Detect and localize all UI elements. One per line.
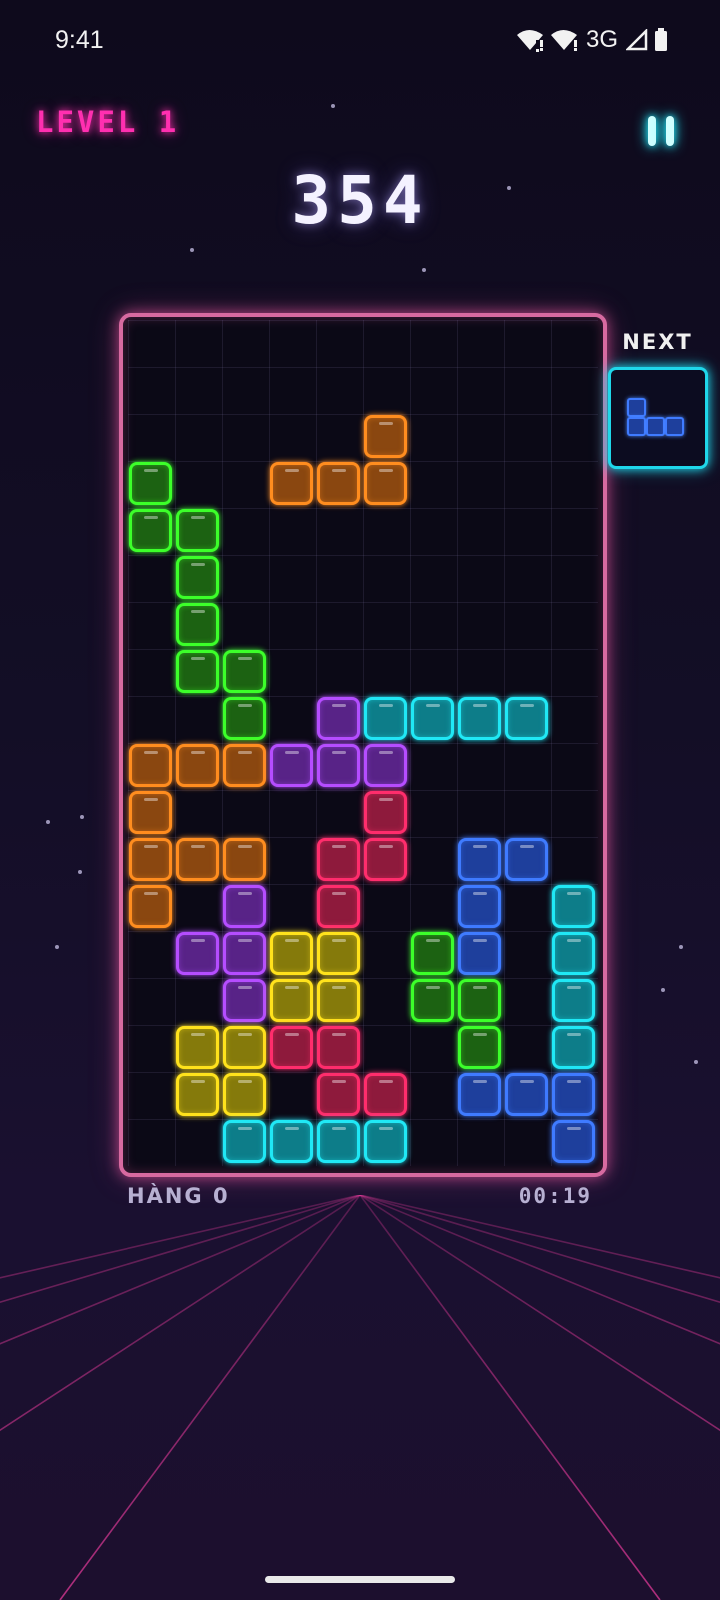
block-red (317, 885, 360, 928)
block-green (176, 650, 219, 693)
block-orange (129, 885, 172, 928)
block-purple (176, 932, 219, 975)
block-green (458, 1026, 501, 1069)
block-blue (552, 1120, 595, 1163)
wifi-alert-icon (550, 28, 578, 52)
block-yellow (176, 1073, 219, 1116)
block-red (317, 1026, 360, 1069)
block-purple (223, 979, 266, 1022)
block-orange (270, 462, 313, 505)
block-cyan (364, 697, 407, 740)
block-red (270, 1026, 313, 1069)
next-piece-preview (608, 367, 708, 469)
star (80, 815, 84, 819)
block-cyan (411, 697, 454, 740)
block-purple (317, 697, 360, 740)
block-green (458, 979, 501, 1022)
block-orange (129, 838, 172, 881)
board-grid (128, 320, 598, 1166)
block-yellow (317, 932, 360, 975)
neon-floor-grid (0, 1195, 720, 1600)
block-green (411, 932, 454, 975)
star (679, 945, 683, 949)
block-yellow (317, 979, 360, 1022)
block-blue (505, 1073, 548, 1116)
block-red (364, 838, 407, 881)
block-purple (364, 744, 407, 787)
block-blue (458, 838, 501, 881)
block-orange (176, 838, 219, 881)
block-cyan (552, 885, 595, 928)
star (422, 268, 426, 272)
block-yellow (270, 979, 313, 1022)
status-icons: 3G (516, 26, 668, 54)
block-red (364, 1073, 407, 1116)
block-green (223, 650, 266, 693)
block-green (176, 509, 219, 552)
wifi-alert-icon (516, 28, 544, 52)
block-blue (552, 1073, 595, 1116)
block-yellow (223, 1073, 266, 1116)
next-piece-block (665, 417, 684, 436)
block-purple (317, 744, 360, 787)
star (331, 104, 335, 108)
block-red (317, 1073, 360, 1116)
next-label: NEXT (622, 330, 693, 354)
block-cyan (223, 1120, 266, 1163)
block-orange (129, 791, 172, 834)
block-cyan (552, 1026, 595, 1069)
star (78, 870, 82, 874)
star (661, 988, 665, 992)
next-piece-block (646, 417, 665, 436)
block-cyan (270, 1120, 313, 1163)
block-purple (223, 885, 266, 928)
block-purple (270, 744, 313, 787)
next-piece-block (627, 398, 646, 417)
block-cyan (552, 932, 595, 975)
block-blue (458, 1073, 501, 1116)
block-orange (317, 462, 360, 505)
block-red (364, 791, 407, 834)
block-green (411, 979, 454, 1022)
home-indicator[interactable] (265, 1576, 455, 1583)
game-board[interactable] (119, 313, 607, 1177)
block-red (317, 838, 360, 881)
block-green (176, 603, 219, 646)
block-orange (364, 462, 407, 505)
network-type-label: 3G (585, 26, 618, 53)
block-yellow (176, 1026, 219, 1069)
block-blue (458, 932, 501, 975)
block-orange (364, 415, 407, 458)
block-green (129, 509, 172, 552)
block-cyan (505, 697, 548, 740)
next-piece-block (627, 417, 646, 436)
block-cyan (458, 697, 501, 740)
block-orange (223, 838, 266, 881)
block-cyan (552, 979, 595, 1022)
level-label: LEVEL 1 (36, 105, 180, 139)
block-orange (223, 744, 266, 787)
score-value: 354 (291, 162, 429, 239)
status-time: 9:41 (55, 26, 104, 54)
cell-signal-icon (626, 29, 648, 51)
block-blue (505, 838, 548, 881)
pause-button[interactable] (644, 112, 680, 152)
block-green (223, 697, 266, 740)
block-blue (458, 885, 501, 928)
block-orange (129, 744, 172, 787)
block-purple (223, 932, 266, 975)
block-cyan (317, 1120, 360, 1163)
status-bar: 9:41 3G (0, 0, 720, 84)
star (55, 945, 59, 949)
block-yellow (223, 1026, 266, 1069)
battery-icon (654, 28, 668, 52)
block-cyan (364, 1120, 407, 1163)
block-green (129, 462, 172, 505)
star (694, 1060, 698, 1064)
star (190, 248, 194, 252)
block-orange (176, 744, 219, 787)
block-yellow (270, 932, 313, 975)
star (46, 820, 50, 824)
block-green (176, 556, 219, 599)
